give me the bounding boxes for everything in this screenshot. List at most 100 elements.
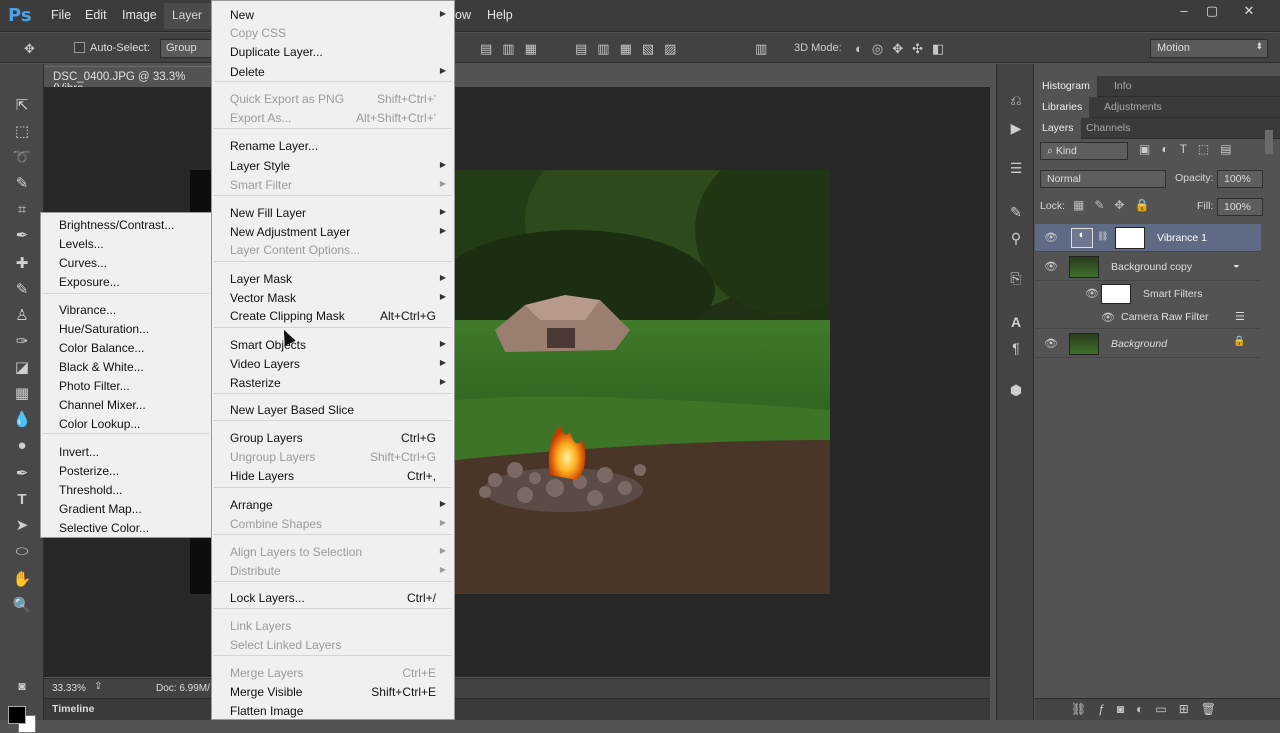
menu-image[interactable]: Image — [122, 8, 157, 22]
pen-tool-icon[interactable]: ✒ — [12, 464, 32, 484]
adjustment-menu-item[interactable]: Hue/Saturation... — [59, 322, 149, 336]
layer-menu-item[interactable]: Video Layers ▶ — [212, 354, 454, 372]
layer-menu-item[interactable]: Lock Layers... Ctrl+/ — [212, 588, 454, 606]
tab-adjustments[interactable]: Adjustments — [1097, 97, 1169, 118]
clone-source-icon[interactable]: ⎘ — [1005, 270, 1027, 290]
layer-actions-icons[interactable]: ⛓ƒ◙◐▭⊞🗑 — [1071, 702, 1228, 716]
workspace-dropdown[interactable]: Motion ⬍ — [1150, 39, 1268, 58]
move-tool-icon[interactable]: ✥ — [24, 41, 35, 57]
layer-menu-item[interactable]: Flatten Image — [212, 701, 454, 719]
eraser-tool-icon[interactable]: ◪ — [12, 358, 32, 378]
layer-menu-item[interactable]: Layer Mask ▶ — [212, 269, 454, 287]
document-tab[interactable]: DSC_0400.JPG @ 33.3% (Vibra — [44, 66, 214, 95]
layer-menu-item[interactable]: New ▶ — [212, 5, 454, 23]
quick-mask-icon[interactable]: ◙ — [12, 676, 32, 696]
layer-menu-item[interactable]: New Layer Based Slice — [212, 400, 454, 418]
share-icon[interactable]: ⇪ — [94, 681, 102, 692]
visibility-eye-icon[interactable]: 👁 — [1044, 260, 1058, 273]
dodge-tool-icon[interactable]: ● — [12, 436, 32, 456]
filter-mask-thumbnail[interactable] — [1101, 284, 1131, 304]
visibility-eye-icon[interactable]: 👁 — [1044, 231, 1058, 244]
actions-icon[interactable]: ▶ — [1005, 120, 1027, 140]
menu-file[interactable]: File — [51, 8, 71, 22]
tab-channels[interactable]: Channels — [1079, 118, 1137, 139]
align-icons[interactable]: ▤▥▦ — [480, 41, 547, 57]
layer-menu-item[interactable]: Smart Objects ▶ — [212, 335, 454, 353]
properties-icon[interactable]: ☰ — [1005, 160, 1027, 180]
layer-row-background[interactable]: 👁 Background 🔒 — [1035, 330, 1261, 358]
menu-edit[interactable]: Edit — [85, 8, 107, 22]
blur-tool-icon[interactable]: 💧 — [12, 410, 32, 430]
layer-mask-thumbnail[interactable] — [1115, 227, 1145, 249]
layer-row-background-copy[interactable]: 👁 Background copy ◒ — [1035, 253, 1261, 281]
layer-thumbnail[interactable] — [1069, 333, 1099, 355]
visibility-eye-icon[interactable]: 👁 — [1101, 311, 1115, 324]
adjustment-menu-item[interactable]: Color Balance... — [59, 341, 144, 355]
layer-row-smart-filters[interactable]: 👁 Smart Filters — [1035, 282, 1261, 306]
adjustment-menu-item[interactable]: Posterize... — [59, 464, 119, 478]
blend-mode-dropdown[interactable]: Normal — [1040, 170, 1166, 188]
campsite-photo[interactable] — [455, 170, 830, 594]
crop-tool-icon[interactable]: ⌗ — [12, 200, 32, 220]
foreground-color-swatch[interactable] — [8, 706, 26, 724]
shape-tool-icon[interactable]: ⬭ — [12, 542, 32, 562]
layer-menu-item[interactable]: Layer Style ▶ — [212, 156, 454, 174]
layer-menu-item[interactable]: Rename Layer... — [212, 136, 454, 154]
layer-row-camera-raw-filter[interactable]: 👁 Camera Raw Filter ☰ — [1035, 307, 1261, 329]
layer-menu-item[interactable]: New Fill Layer ▶ — [212, 203, 454, 221]
character-icon[interactable]: A — [1005, 314, 1027, 334]
layer-menu-item[interactable]: Delete ▶ — [212, 62, 454, 80]
menu-window-partial[interactable]: ow — [455, 8, 471, 22]
marquee-tool-icon[interactable]: ⬚ — [12, 122, 32, 142]
adjustment-menu-item[interactable]: Brightness/Contrast... — [59, 218, 174, 232]
layer-menu-item[interactable]: Merge Visible Shift+Ctrl+E — [212, 682, 454, 700]
fill-input[interactable]: 100% — [1217, 198, 1263, 216]
timeline-label[interactable]: Timeline — [52, 703, 94, 715]
layer-menu-item[interactable]: Vector Mask ▶ — [212, 288, 454, 306]
minimize-icon[interactable]: – — [1171, 3, 1197, 19]
3d-mode-icons[interactable]: ◐◎✥✣◧ — [855, 41, 953, 57]
zoom-level[interactable]: 33.33% — [52, 683, 86, 694]
layer-menu-item[interactable]: Create Clipping Mask Alt+Ctrl+G — [212, 306, 454, 324]
eyedropper-tool-icon[interactable]: ✒ — [12, 226, 32, 246]
auto-select-target-dropdown[interactable]: Group — [160, 39, 212, 58]
maximize-icon[interactable]: ▢ — [1199, 3, 1225, 19]
adjustment-menu-item[interactable]: Invert... — [59, 445, 99, 459]
menu-help[interactable]: Help — [487, 8, 513, 22]
adjustment-menu-item[interactable]: Threshold... — [59, 483, 122, 497]
path-select-tool-icon[interactable]: ➤ — [12, 516, 32, 536]
hand-tool-icon[interactable]: ✋ — [12, 570, 32, 590]
brushes-icon[interactable]: ⚲ — [1005, 230, 1027, 250]
layer-menu-item[interactable]: Arrange ▶ — [212, 495, 454, 513]
3d-icon[interactable]: ⬢ — [1005, 382, 1027, 402]
layer-row-vibrance[interactable]: 👁 ◐ ⛓ Vibrance 1 — [1035, 224, 1261, 252]
paragraph-icon[interactable]: ¶ — [1005, 340, 1027, 360]
auto-align-icon[interactable]: ▥ — [755, 41, 767, 57]
layer-menu-item[interactable]: Rasterize ▶ — [212, 373, 454, 391]
layer-menu-item[interactable]: New Adjustment Layer ▶ — [212, 222, 454, 240]
filter-options-icon[interactable]: ☰ — [1235, 310, 1245, 323]
visibility-eye-icon[interactable]: 👁 — [1044, 337, 1058, 350]
gradient-tool-icon[interactable]: ▦ — [12, 384, 32, 404]
tab-info[interactable]: Info — [1107, 76, 1139, 97]
type-tool-icon[interactable]: T — [12, 490, 32, 510]
adjustment-menu-item[interactable]: Exposure... — [59, 275, 120, 289]
tab-layers[interactable]: Layers — [1035, 118, 1081, 139]
adjustment-menu-item[interactable]: Photo Filter... — [59, 379, 130, 393]
move-tool-icon[interactable]: ⇱ — [12, 96, 32, 116]
adjustment-menu-item[interactable]: Curves... — [59, 256, 107, 270]
zoom-tool-icon[interactable]: 🔍 — [12, 596, 32, 616]
adjustment-menu-item[interactable]: Black & White... — [59, 360, 144, 374]
stamp-tool-icon[interactable]: ♙ — [12, 306, 32, 326]
layer-menu-item[interactable]: Duplicate Layer... — [212, 42, 454, 60]
opacity-input[interactable]: 100% — [1217, 170, 1263, 188]
healing-tool-icon[interactable]: ✚ — [12, 254, 32, 274]
lock-icons[interactable]: ▦✎✥🔒 — [1073, 198, 1159, 212]
adjustment-menu-item[interactable]: Channel Mixer... — [59, 398, 146, 412]
brush-settings-icon[interactable]: ✎ — [1005, 204, 1027, 224]
layer-filter-dropdown[interactable]: ⌕ Kind — [1040, 142, 1128, 160]
layers-scrollbar[interactable] — [1265, 130, 1273, 154]
link-chain-icon[interactable]: ⛓ — [1097, 231, 1108, 242]
layer-thumbnail[interactable] — [1069, 256, 1099, 278]
adjustment-menu-item[interactable]: Vibrance... — [59, 303, 116, 317]
